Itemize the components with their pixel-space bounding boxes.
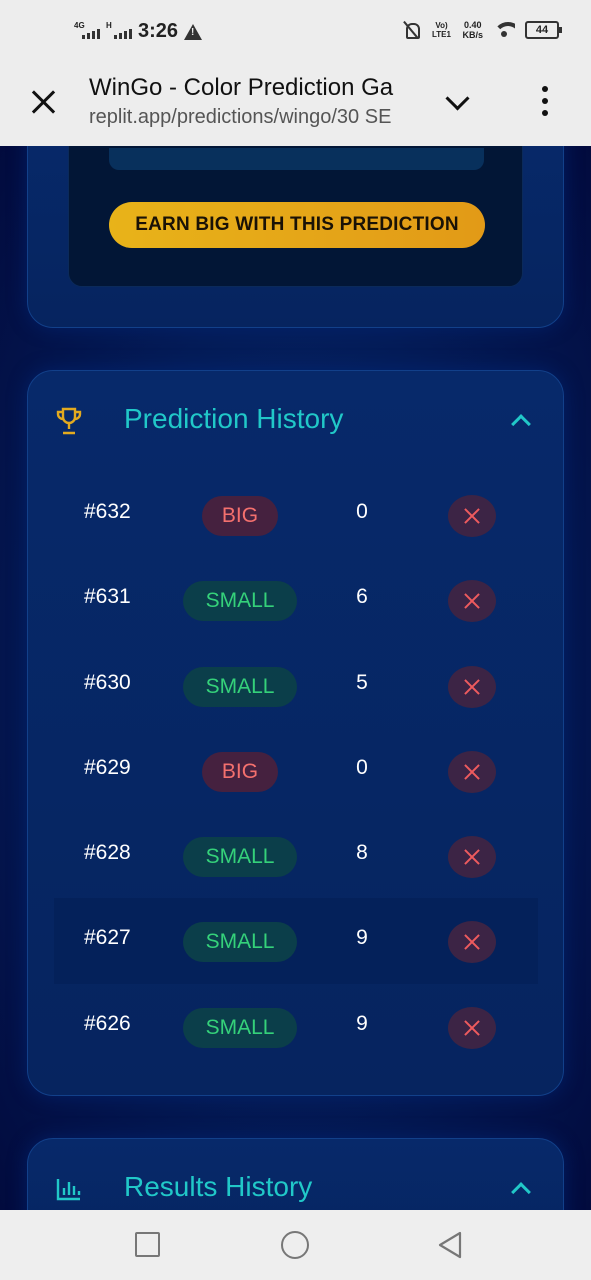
period-id: #627 bbox=[84, 926, 131, 950]
close-icon bbox=[448, 836, 496, 879]
period-id: #631 bbox=[84, 585, 131, 609]
result-number: 0 bbox=[356, 500, 368, 523]
speed-unit: KB/s bbox=[462, 30, 483, 40]
table-row: #630 SMALL 5 bbox=[54, 643, 538, 728]
result-number: 0 bbox=[356, 755, 368, 779]
close-icon bbox=[448, 750, 496, 793]
prediction-card: EARN BIG WITH THIS PREDICTION bbox=[68, 146, 523, 287]
prediction-badge: BIG bbox=[202, 496, 278, 536]
chevron-down-icon[interactable] bbox=[444, 88, 472, 116]
clock: 3:26 bbox=[138, 20, 179, 42]
result-number: 5 bbox=[356, 670, 368, 694]
network-type-1: 4G bbox=[74, 20, 85, 30]
volte-label: Vo) LTE1 bbox=[432, 21, 451, 39]
prediction-history-panel: Prediction History #632 BIG 0 #631 SMALL… bbox=[27, 370, 564, 1096]
close-icon bbox=[448, 665, 496, 708]
home-button[interactable] bbox=[281, 1231, 309, 1259]
result-number: 8 bbox=[356, 841, 368, 865]
period-id: #630 bbox=[84, 670, 131, 694]
chevron-up-icon[interactable] bbox=[510, 1177, 532, 1199]
prediction-badge: SMALL bbox=[183, 1007, 297, 1048]
page-url[interactable]: replit.app/predictions/wingo/30 SE bbox=[89, 106, 411, 129]
wifi-icon bbox=[493, 22, 515, 38]
chevron-up-icon[interactable] bbox=[510, 409, 532, 431]
close-icon bbox=[448, 580, 496, 623]
more-menu-button[interactable] bbox=[536, 84, 556, 118]
prediction-history-list: #632 BIG 0 #631 SMALL 6 #630 SMALL 5 #62… bbox=[54, 472, 538, 1069]
signal-icon: 4G bbox=[74, 21, 100, 39]
section-title: Prediction History bbox=[124, 403, 344, 434]
table-row: #627 SMALL 9 bbox=[54, 898, 538, 984]
earn-big-button[interactable]: EARN BIG WITH THIS PREDICTION bbox=[109, 202, 485, 248]
signal-icon-2: H bbox=[106, 21, 132, 39]
table-row: #629 BIG 0 bbox=[54, 728, 538, 813]
bar-chart-icon bbox=[56, 1179, 81, 1201]
prediction-panel: EARN BIG WITH THIS PREDICTION bbox=[27, 146, 564, 328]
status-left: 4G H 3:26 bbox=[74, 20, 203, 43]
table-row: #626 SMALL 9 bbox=[54, 984, 538, 1069]
prediction-badge: SMALL bbox=[183, 581, 297, 622]
period-id: #629 bbox=[84, 755, 131, 779]
table-row: #631 SMALL 6 bbox=[54, 557, 538, 642]
prediction-badge: SMALL bbox=[183, 666, 297, 707]
back-button[interactable] bbox=[436, 1230, 464, 1260]
network-speed: 0.40 KB/s bbox=[462, 20, 483, 40]
period-id: #628 bbox=[84, 841, 131, 865]
trophy-icon bbox=[56, 407, 82, 435]
warning-icon bbox=[184, 23, 203, 40]
result-number: 9 bbox=[356, 926, 368, 950]
battery-icon: 44 bbox=[525, 21, 562, 39]
network-type-2: H bbox=[106, 20, 112, 30]
page-title: WinGo - Color Prediction Ga bbox=[89, 74, 394, 101]
table-row: #632 BIG 0 bbox=[54, 472, 538, 557]
prediction-history-header[interactable]: Prediction History bbox=[54, 401, 540, 441]
period-id: #632 bbox=[84, 500, 131, 523]
results-history-header[interactable]: Results History bbox=[54, 1169, 540, 1209]
close-tab-button[interactable] bbox=[30, 88, 58, 116]
table-row: #628 SMALL 8 bbox=[54, 813, 538, 898]
mute-icon bbox=[402, 21, 421, 39]
prediction-badge: SMALL bbox=[183, 837, 297, 878]
close-icon bbox=[448, 921, 496, 964]
recents-button[interactable] bbox=[135, 1232, 160, 1257]
page-content: EARN BIG WITH THIS PREDICTION Prediction… bbox=[0, 146, 591, 1210]
section-title: Results History bbox=[124, 1171, 313, 1202]
prediction-badge: BIG bbox=[202, 751, 278, 792]
results-history-panel: Results History bbox=[27, 1138, 564, 1210]
status-bar: 4G H 3:26 Vo) LTE1 0.40 KB/s 44 bbox=[0, 0, 591, 64]
result-number: 9 bbox=[356, 1011, 368, 1035]
speed-value: 0.40 bbox=[463, 20, 482, 30]
status-right: Vo) LTE1 0.40 KB/s 44 bbox=[402, 20, 562, 40]
close-icon bbox=[448, 495, 496, 537]
browser-toolbar: WinGo - Color Prediction Ga replit.app/p… bbox=[0, 64, 591, 146]
close-icon bbox=[448, 1006, 496, 1049]
prediction-bar bbox=[109, 148, 484, 170]
period-id: #626 bbox=[84, 1011, 131, 1035]
system-nav-bar bbox=[0, 1210, 591, 1280]
result-number: 6 bbox=[356, 585, 368, 609]
prediction-badge: SMALL bbox=[183, 922, 297, 963]
